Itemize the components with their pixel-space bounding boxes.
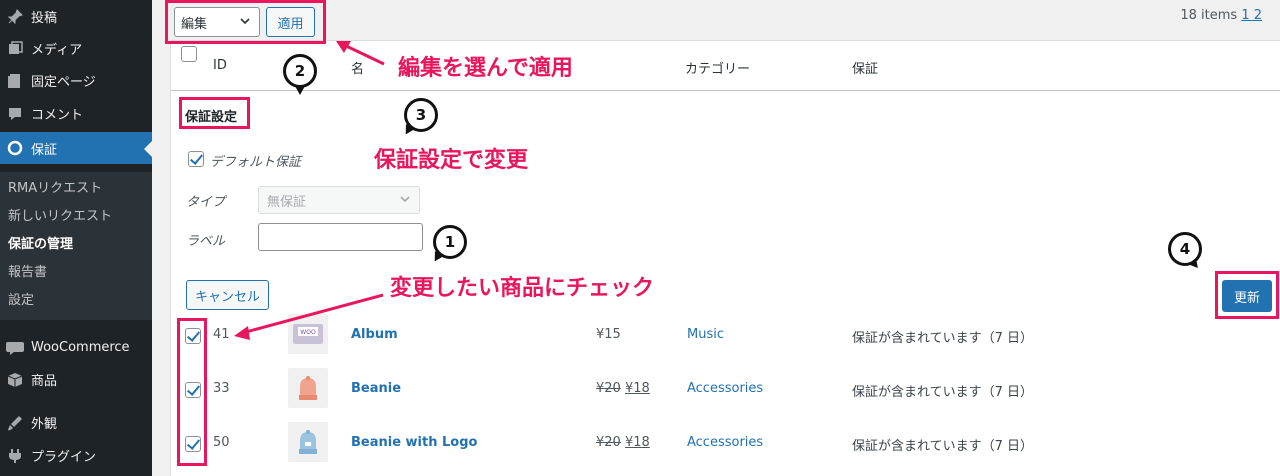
product-category-link[interactable]: Accessories [687,381,763,396]
product-thumbnail[interactable] [288,422,328,462]
table-row: 33 Beanie ¥20 ¥18 Accessories 保証が含まれています… [171,368,1280,435]
annotation-box-warranty-settings [179,97,250,129]
table-header: ID 名 カテゴリー 保証 [171,41,1280,91]
submenu-item-reports[interactable]: 報告書 [8,261,47,280]
annotation-box-update [1215,271,1279,319]
submenu-item-rma-requests[interactable]: RMAリクエスト [8,177,102,196]
menu-item-media[interactable]: メディア [0,32,152,65]
cancel-button[interactable]: キャンセル [186,280,269,310]
label-label: ラベル [186,234,226,249]
type-label: タイプ [186,195,226,210]
annotation-box-row-checkboxes [177,318,207,466]
column-header-category: カテゴリー [685,62,751,77]
submenu-item-new-request[interactable]: 新しいリクエスト [8,205,112,224]
menu-item-label: 外観 [31,417,58,432]
menu-item-pages[interactable]: 固定ページ [0,64,152,97]
warranty-label-input[interactable] [258,223,423,251]
menu-item-appearance[interactable]: 外観 [0,406,152,439]
product-thumbnail[interactable]: WOO [288,314,328,354]
menu-item-label: コメント [31,108,84,123]
product-price: ¥15 [596,327,621,342]
warranty-submenu: RMAリクエスト 新しいリクエスト 保証の管理 報告書 設定 [0,172,152,320]
product-id: 50 [213,435,230,450]
menu-item-label: 商品 [31,374,58,389]
product-warranty: 保証が含まれています（7 日） [852,439,1034,454]
table-row: 41 WOO Album ¥15 Music 保証が含まれています（7 日） [171,314,1280,381]
product-name-link[interactable]: Beanie [351,381,401,396]
main-content: 編集 適用 18 items 1 2 ID 名 カテゴリー 保証 保証設定 デフ… [152,0,1280,476]
page-links[interactable]: 1 2 [1241,8,1262,23]
media-icon [5,39,25,59]
menu-item-comments[interactable]: コメント [0,97,152,130]
product-price: ¥20 ¥18 [596,381,650,396]
annotation-text-select-edit: 編集を選んで適用 [398,56,573,81]
product-category-link[interactable]: Music [687,327,724,342]
products-icon [5,370,25,390]
submenu-item-manage-warranty[interactable]: 保証の管理 [8,233,73,252]
product-name-link[interactable]: Album [351,327,398,342]
default-warranty-label: デフォルト保証 [210,155,302,170]
menu-item-products[interactable]: 商品 [0,363,152,396]
comment-icon [5,104,25,124]
warranty-type-value: 無保証 [267,194,307,210]
column-header-warranty: 保証 [852,62,879,77]
thumb-text: WOO [300,329,316,336]
page-icon [5,71,25,91]
menu-item-label: プラグイン [31,450,97,465]
plugin-icon [5,446,25,466]
product-id: 33 [213,381,230,396]
chevron-down-icon [399,193,411,208]
warranty-type-select[interactable]: 無保証 [258,186,420,214]
items-count-text: 18 items [1180,8,1238,23]
select-all-checkbox[interactable] [181,46,197,62]
admin-sidebar: 投稿 メディア 固定ページ コメント 保証 RMAリクエスト 新しいリクエスト … [0,0,152,476]
product-price: ¥20 ¥18 [596,435,650,450]
product-warranty: 保証が含まれています（7 日） [852,331,1034,346]
column-header-id[interactable]: ID [213,58,227,73]
step-number-2: 2 [283,54,317,88]
menu-item-warranty[interactable]: 保証 [0,132,152,164]
menu-item-woocommerce[interactable]: WooCommerce [0,331,152,364]
menu-item-plugins[interactable]: プラグイン [0,439,152,472]
menu-item-label: 保証 [31,142,58,158]
warranty-icon [5,138,25,158]
product-category-link[interactable]: Accessories [687,435,763,450]
menu-item-label: 固定ページ [31,75,96,90]
annotation-box-bulk-action [165,0,326,44]
menu-item-label: 投稿 [31,11,58,26]
menu-item-posts[interactable]: 投稿 [0,0,152,33]
product-thumbnail[interactable] [288,368,328,408]
appearance-icon [5,413,25,433]
sale-price: ¥18 [624,435,650,450]
woocommerce-icon [5,338,25,358]
step-2-pointer [295,86,305,95]
pin-icon [5,7,25,27]
product-warranty: 保証が含まれています（7 日） [852,385,1034,400]
default-warranty-checkbox[interactable] [188,151,204,167]
annotation-text-change-settings: 保証設定で変更 [374,148,529,173]
pagination: 18 items 1 2 [1180,8,1262,23]
sale-price: ¥18 [624,381,650,396]
annotation-text-check-products: 変更したい商品にチェック [390,276,655,301]
column-header-name[interactable]: 名 [351,58,364,77]
table-row: 50 Beanie with Logo ¥20 ¥18 Accessories … [171,422,1280,476]
menu-item-label: WooCommerce [31,340,130,355]
product-id: 41 [213,327,230,342]
menu-item-label: メディア [31,43,83,58]
product-name-link[interactable]: Beanie with Logo [351,435,477,450]
old-price: ¥20 [596,435,621,450]
old-price: ¥20 [596,381,621,396]
submenu-item-settings[interactable]: 設定 [8,289,34,308]
products-table: ID 名 カテゴリー 保証 保証設定 デフォルト保証 タイプ 無保証 ラベル キ… [170,40,1280,476]
